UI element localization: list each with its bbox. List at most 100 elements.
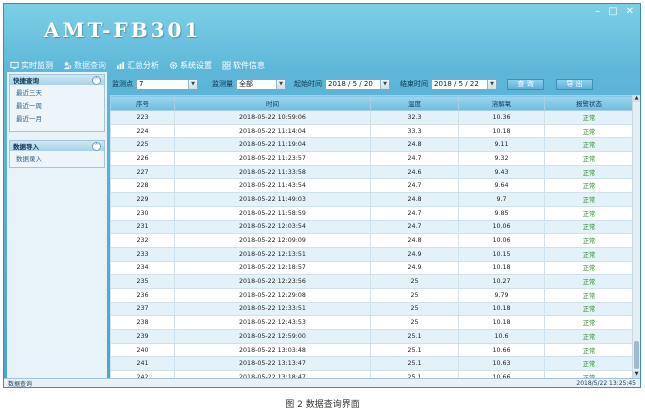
- column-header-temperature[interactable]: 温度: [370, 95, 459, 111]
- end-date-picker[interactable]: 2018 / 5 / 22 ▼: [431, 78, 497, 90]
- export-button[interactable]: 导 出: [556, 78, 593, 90]
- vertical-scrollbar[interactable]: ▲ ▼: [632, 95, 640, 378]
- table-row[interactable]: 241 2018-05-22 13:13:47 25.1 10.63 正常: [110, 356, 634, 372]
- cell-index: 237: [110, 301, 175, 317]
- table-row[interactable]: 223 2018-05-22 10:59:06 32.3 10.36 正常: [110, 110, 634, 125]
- measure-label: 监测量: [212, 80, 233, 88]
- cell-dissolved-oxygen: 9.43: [458, 164, 545, 180]
- cell-time: 2018-05-22 12:23:56: [174, 274, 371, 289]
- cell-alarm-status: 正常: [544, 287, 634, 303]
- restore-icon[interactable]: □: [608, 6, 617, 18]
- column-header-alarm-status[interactable]: 报警状态: [544, 95, 634, 111]
- cell-index: 242: [110, 370, 175, 378]
- table-row[interactable]: 240 2018-05-22 13:03:48 25.1 10.66 正常: [110, 342, 634, 358]
- cell-temperature: 24.8: [370, 192, 459, 207]
- cell-time: 2018-05-22 13:03:48: [174, 342, 371, 358]
- collapse-icon[interactable]: ⌃: [92, 75, 101, 85]
- cell-time: 2018-05-22 13:18:47: [174, 370, 371, 378]
- cell-index: 234: [110, 260, 175, 276]
- column-header-time[interactable]: 时间: [174, 95, 371, 111]
- table-row[interactable]: 226 2018-05-22 11:23:57 24.7 9.32 正常: [110, 151, 634, 166]
- table-row[interactable]: 228 2018-05-22 11:43:54 24.7 9.64 正常: [110, 178, 634, 194]
- table-row[interactable]: 230 2018-05-22 11:58:59 24.7 9.85 正常: [110, 205, 634, 221]
- table-row[interactable]: 239 2018-05-22 12:59:00 25.1 10.6 正常: [110, 329, 634, 344]
- cell-temperature: 25.1: [370, 342, 459, 358]
- cell-alarm-status: 正常: [544, 342, 634, 358]
- cell-temperature: 24.8: [370, 233, 459, 248]
- sidebar: 快捷查询 ⌃ 最近三天 最近一周 最近一月 数据导入 ⌃ 数据录入: [7, 72, 107, 378]
- cell-index: 238: [110, 315, 175, 330]
- cell-alarm-status: 正常: [544, 315, 634, 330]
- table-body: 223 2018-05-22 10:59:06 32.3 10.36 正常 224 2018…: [110, 110, 634, 378]
- cell-time: 2018-05-22 12:13:51: [174, 246, 371, 262]
- scroll-up-icon[interactable]: ▲: [633, 95, 640, 102]
- table-row[interactable]: 233 2018-05-22 12:13:51 24.9 10.15 正常: [110, 246, 634, 262]
- cell-alarm-status: 正常: [544, 205, 634, 221]
- cell-dissolved-oxygen: 10.66: [458, 342, 545, 358]
- scrollbar-thumb[interactable]: [634, 341, 639, 369]
- cell-dissolved-oxygen: 9.7: [458, 192, 545, 207]
- minimize-icon[interactable]: –: [595, 6, 600, 18]
- query-toolbar: 监测点 7 ▼ 监测量 全部 ▼ 起始时间 2018 / 5 / 20 ▼ 结束…: [112, 77, 593, 91]
- table-row[interactable]: 227 2018-05-22 11:33:58 24.6 9.43 正常: [110, 164, 634, 180]
- cell-index: 224: [110, 123, 175, 139]
- cell-alarm-status: 正常: [544, 192, 634, 207]
- data-grid: 序号 时间 温度 溶解氧 报警状态 223 2018-05-22 10:59:06…: [110, 95, 640, 378]
- data-import-header[interactable]: 数据导入 ⌃: [10, 141, 104, 151]
- cell-temperature: 25: [370, 315, 459, 330]
- menu-item-summary[interactable]: 汇总分析: [114, 60, 161, 71]
- table-row[interactable]: 225 2018-05-22 11:19:04 24.8 9.11 正常: [110, 137, 634, 153]
- cell-dissolved-oxygen: 9.11: [458, 137, 545, 153]
- table-row[interactable]: 224 2018-05-22 11:14:04 33.3 10.18 正常: [110, 123, 634, 139]
- table-row[interactable]: 237 2018-05-22 12:33:51 25 10.18 正常: [110, 301, 634, 317]
- cell-time: 2018-05-22 12:03:54: [174, 219, 371, 235]
- table-row[interactable]: 229 2018-05-22 11:49:03 24.8 9.7 正常: [110, 192, 634, 207]
- cell-time: 2018-05-22 11:58:59: [174, 205, 371, 221]
- menu-item-settings[interactable]: 系统设置: [167, 60, 214, 71]
- table-row[interactable]: 2422018-05-22 13:18:4725.110.66正常: [110, 370, 634, 378]
- cell-index: 235: [110, 274, 175, 289]
- menu-item-about[interactable]: 软件信息: [220, 60, 267, 71]
- quick-query-last-month[interactable]: 最近一月: [10, 113, 104, 126]
- start-date-picker[interactable]: 2018 / 5 / 20 ▼: [325, 78, 390, 90]
- cell-dissolved-oxygen: 10.18: [458, 301, 545, 317]
- table-row[interactable]: 235 2018-05-22 12:23:56 25 10.27 正常: [110, 274, 634, 289]
- cell-dissolved-oxygen: 10.63: [458, 356, 545, 372]
- query-button[interactable]: 查 询: [507, 78, 544, 90]
- cell-alarm-status: 正常: [544, 219, 634, 235]
- scroll-down-icon[interactable]: ▼: [633, 371, 640, 378]
- cell-dissolved-oxygen: 10.36: [458, 110, 545, 125]
- cell-index: 226: [110, 151, 175, 166]
- cell-temperature: 24.8: [370, 137, 459, 153]
- table-row[interactable]: 234 2018-05-22 12:18:57 24.9 10.18 正常: [110, 260, 634, 276]
- table-row[interactable]: 236 2018-05-22 12:29:08 25 9.79 正常: [110, 287, 634, 303]
- quick-query-header[interactable]: 快捷查询 ⌃: [10, 75, 104, 85]
- collapse-icon[interactable]: ⌃: [92, 141, 101, 151]
- monitor-point-select[interactable]: 7 ▼: [136, 78, 198, 90]
- status-current-view: 数据查询: [8, 380, 33, 388]
- grid-icon: [222, 61, 231, 69]
- column-header-index[interactable]: 序号: [110, 95, 175, 111]
- cell-time: 2018-05-22 11:43:54: [174, 178, 371, 194]
- cell-alarm-status: 正常: [544, 151, 634, 166]
- cell-dissolved-oxygen: 9.85: [458, 205, 545, 221]
- measure-select[interactable]: 全部 ▼: [236, 78, 286, 90]
- data-entry-link[interactable]: 数据录入: [10, 153, 104, 166]
- cell-dissolved-oxygen: 10.18: [458, 123, 545, 139]
- table-row[interactable]: 231 2018-05-22 12:03:54 24.7 10.06 正常: [110, 219, 634, 235]
- cell-temperature: 25.1: [370, 370, 459, 378]
- quick-query-last-3-days[interactable]: 最近三天: [10, 87, 104, 100]
- menu-item-realtime[interactable]: 实时监测: [8, 60, 55, 71]
- cell-index: 241: [110, 356, 175, 372]
- quick-query-last-week[interactable]: 最近一周: [10, 100, 104, 113]
- cell-index: 239: [110, 329, 175, 344]
- cell-temperature: 24.9: [370, 246, 459, 262]
- cell-alarm-status: 正常: [544, 329, 634, 344]
- table-row[interactable]: 232 2018-05-22 12:09:09 24.8 10.06 正常: [110, 233, 634, 248]
- menu-item-data-query[interactable]: 数据查询: [61, 60, 108, 71]
- menu-label: 汇总分析: [127, 60, 159, 70]
- table-row[interactable]: 238 2018-05-22 12:43:53 25 10.18 正常: [110, 315, 634, 330]
- cell-time: 2018-05-22 12:09:09: [174, 233, 371, 248]
- close-icon[interactable]: ✕: [626, 6, 634, 18]
- column-header-dissolved-oxygen[interactable]: 溶解氧: [458, 95, 545, 111]
